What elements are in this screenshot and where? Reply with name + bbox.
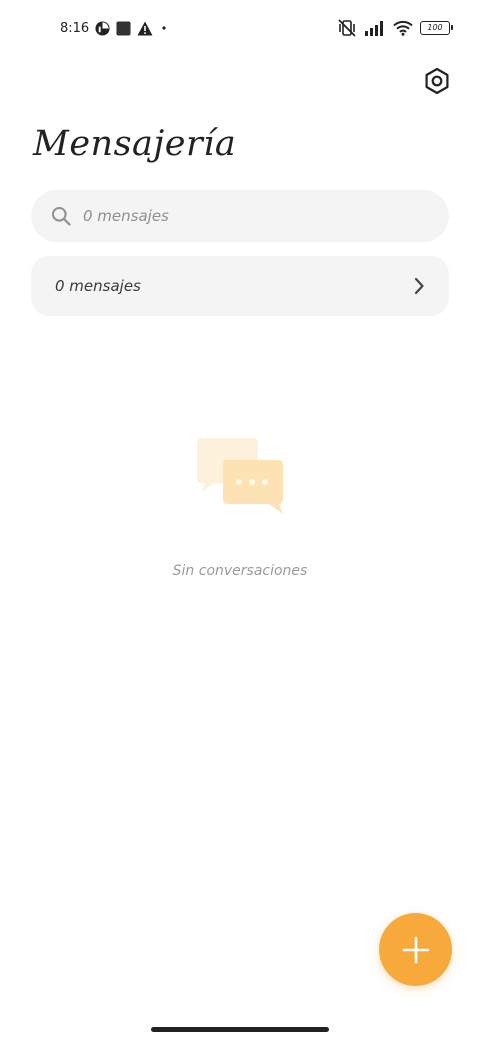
battery-level: 100 (427, 23, 443, 32)
wifi-icon (393, 20, 413, 36)
status-time: 8:16 (60, 20, 90, 36)
new-conversation-button[interactable] (379, 913, 452, 986)
messages-row[interactable]: 0 mensajes (31, 256, 449, 316)
empty-state-text: Sin conversaciones (172, 563, 308, 579)
warning-icon (137, 21, 153, 36)
status-bar-right: 100 (337, 17, 453, 39)
settings-button[interactable] (422, 66, 452, 96)
signal-icon (364, 20, 386, 36)
home-indicator[interactable] (151, 1027, 329, 1032)
vibrate-off-icon (337, 19, 357, 37)
search-icon (51, 206, 71, 226)
search-input[interactable] (83, 207, 383, 225)
search-bar[interactable] (31, 190, 449, 242)
settings-hexagon-icon (425, 67, 449, 95)
chat-bubbles-icon (196, 436, 286, 516)
square-notification-icon (116, 20, 131, 36)
dot-icon (159, 23, 169, 33)
status-bar-left: 8:16 (60, 18, 169, 38)
status-bar: 8:16 100 (0, 0, 480, 56)
plus-icon (402, 936, 429, 963)
page-title: Mensajería (33, 124, 237, 164)
messages-row-label: 0 mensajes (55, 277, 141, 295)
battery-icon: 100 (420, 21, 453, 35)
chevron-right-icon (413, 277, 425, 295)
pie-notification-icon (95, 20, 110, 36)
